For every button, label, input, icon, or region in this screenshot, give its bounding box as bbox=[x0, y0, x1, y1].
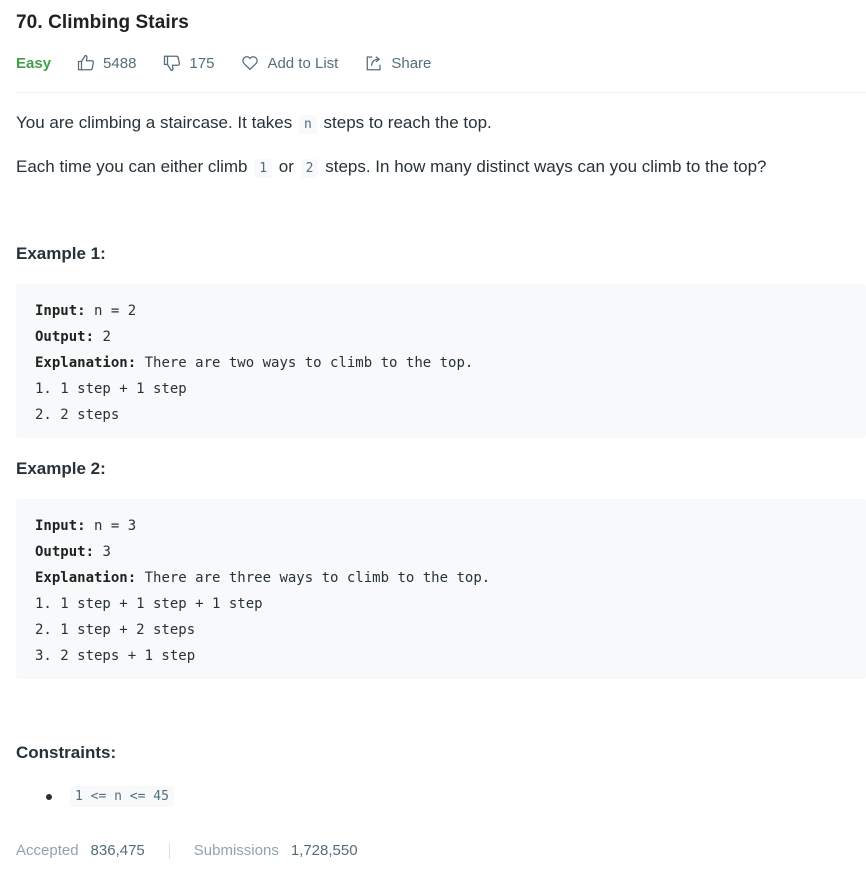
example-step-line: 1. 1 step + 1 step + 1 step bbox=[35, 596, 263, 612]
constraints-heading: Constraints: bbox=[16, 743, 117, 762]
problem-meta-bar: Easy 5488 175 Add to List Share bbox=[16, 50, 458, 76]
constraint-code: 1 <= n <= 45 bbox=[70, 786, 174, 807]
inline-code-1: 1 bbox=[254, 159, 273, 178]
inline-code-2: 2 bbox=[300, 159, 319, 178]
example-1-heading: Example 1: bbox=[16, 244, 106, 263]
share-button[interactable]: Share bbox=[365, 54, 431, 72]
share-label: Share bbox=[391, 54, 432, 72]
accepted-value: 836,475 bbox=[90, 842, 145, 859]
constraint-item: 1 <= n <= 45 bbox=[46, 786, 176, 807]
example-2-heading: Example 2: bbox=[16, 459, 106, 478]
example-output-line: Output: 3 bbox=[35, 544, 111, 560]
example-step-line: 3. 2 steps + 1 step bbox=[35, 648, 196, 664]
stats-separator bbox=[168, 842, 170, 859]
submission-stats: Accepted 836,475 Submissions 1,728,550 bbox=[16, 842, 358, 859]
submissions-label: Submissions bbox=[193, 842, 279, 859]
accepted-label: Accepted bbox=[16, 842, 79, 859]
example-1-codeblock: Input: n = 2 Output: 2 Explanation: Ther… bbox=[16, 284, 866, 438]
thumbs-down-icon bbox=[164, 55, 181, 72]
bullet-icon bbox=[46, 793, 52, 800]
example-explanation-line: Explanation: There are three ways to cli… bbox=[35, 570, 491, 586]
problem-title: 70. Climbing Stairs bbox=[16, 12, 189, 33]
like-button[interactable]: 5488 bbox=[77, 54, 136, 72]
header-divider bbox=[16, 92, 866, 93]
inline-code-n: n bbox=[298, 115, 317, 134]
share-icon bbox=[366, 56, 381, 71]
example-step-line: 2. 2 steps bbox=[35, 407, 120, 423]
example-step-line: 1. 1 step + 1 step bbox=[35, 381, 187, 397]
example-explanation-line: Explanation: There are two ways to climb… bbox=[35, 355, 474, 371]
problem-page: 70. Climbing Stairs Easy 5488 175 Add to… bbox=[16, 0, 866, 875]
example-2-codeblock: Input: n = 3 Output: 3 Explanation: Ther… bbox=[16, 499, 866, 679]
add-to-list-label: Add to List bbox=[267, 54, 339, 72]
like-count: 5488 bbox=[103, 54, 137, 72]
description-paragraph-1: You are climbing a staircase. It takes n… bbox=[16, 113, 492, 134]
example-output-line: Output: 2 bbox=[35, 329, 111, 345]
dislike-count: 175 bbox=[189, 54, 215, 72]
example-step-line: 2. 1 step + 2 steps bbox=[35, 622, 196, 638]
description-paragraph-2: Each time you can either climb 1 or 2 st… bbox=[16, 157, 767, 178]
submissions-value: 1,728,550 bbox=[290, 842, 358, 859]
difficulty-badge: Easy bbox=[16, 54, 52, 72]
add-to-list-button[interactable]: Add to List bbox=[241, 54, 338, 72]
dislike-button[interactable]: 175 bbox=[163, 54, 214, 72]
thumbs-up-icon bbox=[77, 54, 95, 71]
example-input-line: Input: n = 2 bbox=[35, 303, 137, 319]
example-input-line: Input: n = 3 bbox=[35, 518, 137, 534]
heart-icon bbox=[242, 56, 259, 71]
